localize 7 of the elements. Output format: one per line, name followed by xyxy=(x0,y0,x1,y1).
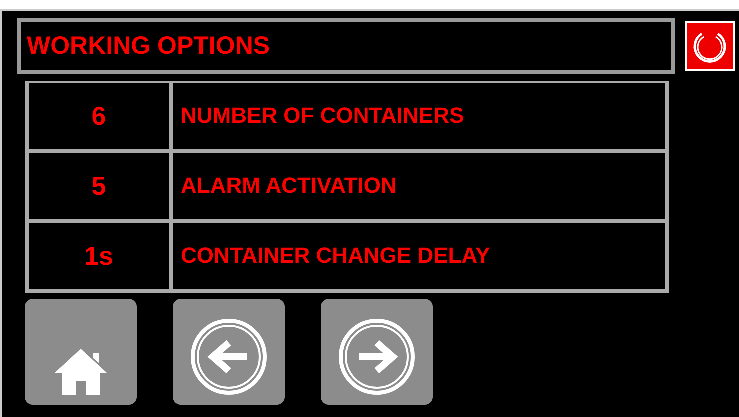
option-value[interactable]: 6 xyxy=(27,83,173,149)
option-value[interactable]: 5 xyxy=(27,153,173,219)
option-label: CONTAINER CHANGE DELAY xyxy=(173,223,667,289)
option-label: ALARM ACTIVATION xyxy=(173,153,667,219)
option-value[interactable]: 1s xyxy=(27,223,173,289)
screen-title: WORKING OPTIONS xyxy=(27,32,270,60)
option-label: NUMBER OF CONTAINERS xyxy=(173,83,667,149)
